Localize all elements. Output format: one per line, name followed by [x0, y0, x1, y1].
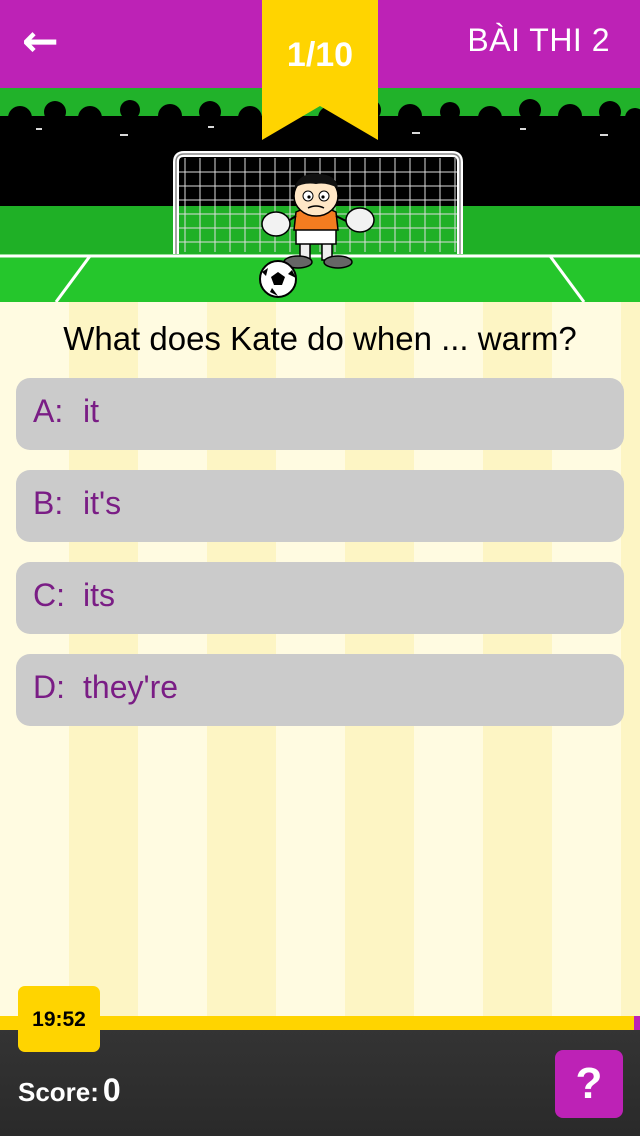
timer-badge: 19:52 [18, 986, 100, 1052]
timer-progress-remaining [634, 1016, 640, 1030]
page-title: BÀI THI 2 [467, 22, 610, 58]
answer-letter: B: [33, 485, 64, 521]
question-counter: 1/10 [286, 36, 354, 74]
answer-option-c[interactable]: C: its [16, 562, 624, 634]
answer-letter: D: [33, 669, 65, 705]
answer-text: its [83, 577, 115, 613]
answer-letter: A: [33, 393, 64, 429]
question-mark-icon: ? [575, 1059, 603, 1108]
score-label: Score: [18, 1077, 99, 1107]
score-display: Score: 0 [18, 1072, 121, 1109]
score-value: 0 [102, 1072, 121, 1108]
answer-text: it's [83, 485, 122, 521]
answer-option-a[interactable]: A: it [16, 378, 624, 450]
answer-option-d[interactable]: D: they're [16, 654, 624, 726]
help-button[interactable]: ? [555, 1050, 623, 1118]
progress-ribbon: 1/10 [262, 0, 378, 140]
answer-option-b[interactable]: B: it's [16, 470, 624, 542]
answer-letter: C: [33, 577, 65, 613]
left-arrow-icon: ← [22, 16, 59, 67]
answer-text: it [83, 393, 99, 429]
question-text: What does Kate do when ... warm? [63, 320, 577, 357]
back-button[interactable]: ← [22, 18, 78, 66]
question-panel: What does Kate do when ... warm? A: it B:… [0, 302, 640, 1016]
answer-text: they're [83, 669, 179, 705]
